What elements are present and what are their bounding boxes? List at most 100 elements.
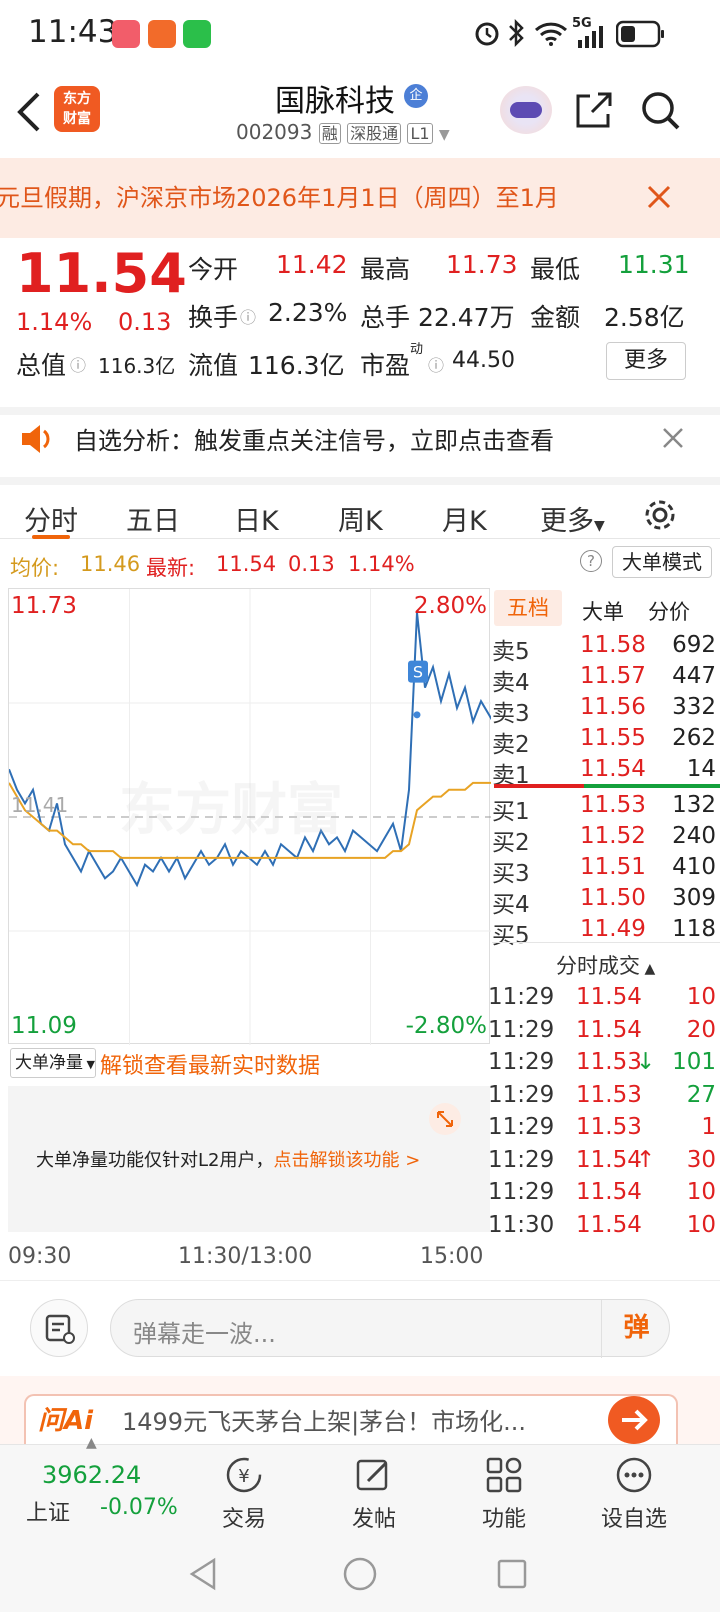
price-summary: 均价: 11.46 最新: 11.54 0.13 1.14% ? 大单模式 [0, 546, 720, 584]
speaker-icon [22, 425, 50, 453]
unlock-feature-link[interactable]: 点击解锁该功能 > [273, 1150, 420, 1171]
status-bar: 11:43 5G [0, 0, 720, 68]
trade-row: 11:29 11.53 1 [488, 1114, 720, 1146]
nav-trade[interactable]: ¥ 交易 [194, 1455, 294, 1533]
back-icon[interactable] [14, 90, 44, 134]
indicator-selector[interactable]: 大单净量 ▼ [10, 1048, 96, 1078]
ai-robot-icon[interactable] [500, 86, 552, 134]
low-value: 11.31 [618, 250, 690, 279]
chevron-up-icon: ▲ [640, 961, 656, 977]
trade-row: 11:30 11.54 10 [488, 1212, 720, 1244]
arrow-right-icon[interactable] [608, 1396, 660, 1444]
search-icon[interactable] [640, 90, 682, 132]
trade-row: 11:29 11.54 10 [488, 1179, 720, 1211]
index-value: 3962.24 [42, 1461, 142, 1489]
unlock-link[interactable]: 解锁查看最新实时数据 [100, 1048, 320, 1080]
tab-more[interactable]: 更多▼ [540, 499, 605, 538]
ask-volume: 14 [686, 756, 716, 782]
last-price: 11.54 [16, 242, 187, 305]
float-label: 流值 [188, 351, 239, 380]
ask-row: 卖4 11.57 447 [492, 663, 720, 696]
analysis-notice[interactable]: 自选分析：触发重点关注信号，立即点击查看 [0, 407, 720, 477]
trade-volume: 20 [686, 1016, 716, 1043]
close-icon[interactable] [646, 184, 672, 210]
intraday-chart[interactable]: S 11.73 2.80% 11.09 -2.80% 11.41 东方财富 [8, 588, 498, 1045]
trade-price: 11.54 [576, 1179, 642, 1205]
ai-news-strip[interactable]: 问Ai 1499元飞天茅台上架|茅台！市场化... [0, 1376, 720, 1444]
trade-time: 11:29 [488, 1049, 555, 1075]
trade-row: 11:29 11.54 10 [488, 984, 720, 1016]
bid-row: 买3 11.51 410 [492, 854, 720, 887]
trade-price: 11.53 [576, 1049, 642, 1075]
danmu-settings-icon[interactable] [30, 1299, 88, 1357]
avg-label: 均价: [10, 556, 60, 580]
book-tab-big-order[interactable]: 大单 [582, 596, 624, 626]
close-icon[interactable] [662, 427, 684, 449]
danmu-input[interactable]: 弹幕走一波... 弹 [110, 1299, 671, 1358]
pe-value: 44.50 [452, 348, 515, 373]
signal-icon [578, 26, 603, 48]
trade-volume: 10 [686, 1179, 716, 1205]
bid-bar [584, 784, 720, 788]
banner-text: 元旦假期，沪深京市场2026年1月1日（周四）至1月 [0, 184, 559, 212]
book-tab-price-dist[interactable]: 分价 [648, 596, 690, 626]
eastmoney-logo: 东方 财富 [54, 86, 100, 132]
trades-title[interactable]: 分时成交 ▲ [556, 950, 655, 980]
tab-five-day[interactable]: 五日 [126, 499, 180, 538]
tab-weekly-k[interactable]: 周K [338, 499, 383, 538]
bid-volume: 132 [672, 792, 716, 818]
tab-monthly-k[interactable]: 月K [442, 499, 487, 538]
bid-row: 买5 11.49 118 [492, 916, 720, 949]
ask-price: 11.55 [580, 725, 646, 751]
tab-daily-k[interactable]: 日K [234, 499, 279, 538]
trade-row: 11:29 11.54 20 [488, 1016, 720, 1049]
bid-row: 买4 11.50 309 [492, 885, 720, 918]
prev-close-label: 11.41 [11, 793, 69, 817]
book-tab-level5[interactable]: 五档 [494, 590, 562, 626]
danmu-send-button[interactable]: 弹 [601, 1300, 671, 1358]
trade-time: 11:29 [488, 1016, 555, 1043]
trade-time: 11:30 [488, 1211, 555, 1238]
info-icon[interactable]: ⓘ [70, 352, 86, 376]
stock-code: 002093 [236, 120, 313, 144]
nav-add-watchlist[interactable]: 设自选 [584, 1455, 684, 1533]
recents-square-icon[interactable] [496, 1558, 528, 1590]
holiday-banner[interactable]: 元旦假期，沪深京市场2026年1月1日（周四）至1月 [0, 158, 720, 238]
high-label: 最高 [360, 255, 411, 284]
tab-indicator [32, 535, 70, 539]
big-order-mode-button[interactable]: 大单模式 [612, 546, 712, 578]
trade-volume: 10 [686, 984, 716, 1010]
signal-dot [413, 711, 421, 719]
info-icon[interactable]: ⓘ [428, 352, 444, 376]
ask-volume: 262 [672, 725, 716, 751]
feishu-app-icon [148, 20, 176, 48]
connect-tag: 深股通 [347, 123, 402, 144]
expand-icon[interactable] [428, 1102, 462, 1136]
home-circle-icon[interactable] [342, 1556, 378, 1592]
amount-value: 2.58亿 [604, 303, 685, 332]
signal-marker-label: S [413, 663, 423, 682]
back-triangle-icon[interactable] [186, 1556, 218, 1592]
more-button[interactable]: 更多 [606, 342, 686, 380]
shopping-app-icon [112, 20, 140, 48]
avg-value: 11.46 [80, 552, 141, 576]
time-axis: 09:30 11:30/13:00 15:00 [0, 1240, 490, 1276]
ask-row: 卖2 11.55 262 [492, 725, 720, 758]
ask-row: 卖3 11.56 332 [492, 694, 720, 727]
status-time: 11:43 [28, 14, 118, 50]
index-quote[interactable]: ▲ 3962.24 上证 -0.07% [6, 1435, 186, 1535]
bid-level: 买2 [492, 830, 530, 856]
low-label: 最低 [530, 255, 581, 284]
pe-label: 市盈 [360, 351, 411, 380]
help-icon[interactable]: ? [580, 550, 602, 572]
share-icon[interactable] [574, 90, 614, 130]
info-icon[interactable]: ⓘ [240, 304, 256, 328]
tab-intraday[interactable]: 分时 [24, 499, 78, 538]
settings-gear-icon[interactable] [642, 497, 678, 533]
nav-functions[interactable]: 功能 [454, 1455, 554, 1533]
nav-post[interactable]: 发帖 [324, 1455, 424, 1533]
open-value: 11.42 [276, 250, 348, 279]
bid-price: 11.52 [580, 823, 646, 849]
chevron-down-icon[interactable]: ▼ [439, 127, 450, 143]
pe-superscript: 动 [410, 342, 424, 357]
